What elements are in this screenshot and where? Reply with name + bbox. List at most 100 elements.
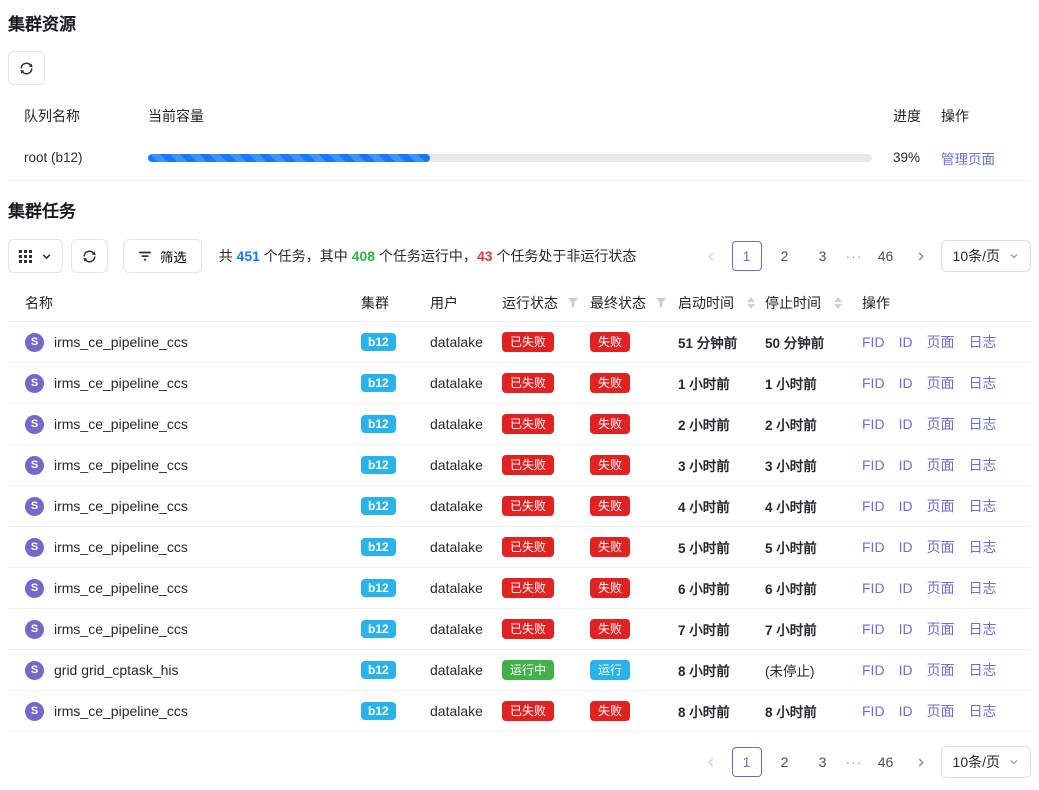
id-link[interactable]: ID xyxy=(899,580,913,596)
page-link[interactable]: 页面 xyxy=(927,701,955,721)
task-name: irms_ce_pipeline_ccs xyxy=(54,416,188,432)
fid-link[interactable]: FID xyxy=(862,662,885,678)
filter-icon xyxy=(138,249,152,263)
prev-page-button[interactable] xyxy=(700,241,724,271)
page-button-1[interactable]: 1 xyxy=(732,747,762,777)
filter-button[interactable]: 筛选 xyxy=(123,239,202,273)
manage-page-link[interactable]: 管理页面 xyxy=(941,152,995,167)
page-button-2[interactable]: 2 xyxy=(770,747,800,777)
table-row: Sirms_ce_pipeline_ccs b12 datalake 已失败 失… xyxy=(8,486,1031,527)
fid-link[interactable]: FID xyxy=(862,334,885,350)
run-status-badge: 已失败 xyxy=(502,455,554,475)
table-row: Sirms_ce_pipeline_ccs b12 datalake 已失败 失… xyxy=(8,445,1031,486)
table-row: Sirms_ce_pipeline_ccs b12 datalake 已失败 失… xyxy=(8,363,1031,404)
task-name: grid grid_cptask_his xyxy=(54,662,179,678)
log-link[interactable]: 日志 xyxy=(969,414,997,434)
tasks-summary: 共 451 个任务，其中 408 个任务运行中，43 个任务处于非运行状态 xyxy=(219,246,637,266)
page-link[interactable]: 页面 xyxy=(927,455,955,475)
log-link[interactable]: 日志 xyxy=(969,578,997,598)
avatar: S xyxy=(25,415,44,434)
next-page-button[interactable] xyxy=(909,241,933,271)
user-cell: datalake xyxy=(430,703,502,719)
page-link[interactable]: 页面 xyxy=(927,619,955,639)
id-link[interactable]: ID xyxy=(899,662,913,678)
fid-link[interactable]: FID xyxy=(862,539,885,555)
user-cell: datalake xyxy=(430,498,502,514)
id-link[interactable]: ID xyxy=(899,334,913,350)
col-run-status: 运行状态 xyxy=(502,293,590,313)
cluster-resources-title: 集群资源 xyxy=(8,14,1031,36)
run-status-badge: 已失败 xyxy=(502,701,554,721)
start-time-sort-icon[interactable] xyxy=(747,297,755,309)
id-link[interactable]: ID xyxy=(899,457,913,473)
page-button-3[interactable]: 3 xyxy=(808,241,838,271)
page-button-2[interactable]: 2 xyxy=(770,241,800,271)
start-time: 8 小时前 xyxy=(678,660,765,680)
run-status-filter-icon[interactable] xyxy=(567,297,579,309)
log-link[interactable]: 日志 xyxy=(969,619,997,639)
page-link[interactable]: 页面 xyxy=(927,660,955,680)
user-cell: datalake xyxy=(430,539,502,555)
fid-link[interactable]: FID xyxy=(862,621,885,637)
id-link[interactable]: ID xyxy=(899,498,913,514)
stop-time-sort-icon[interactable] xyxy=(834,297,842,309)
fid-link[interactable]: FID xyxy=(862,580,885,596)
page-size-select[interactable]: 10条/页 xyxy=(941,240,1031,272)
id-link[interactable]: ID xyxy=(899,703,913,719)
log-link[interactable]: 日志 xyxy=(969,537,997,557)
fid-link[interactable]: FID xyxy=(862,375,885,391)
page-button-3[interactable]: 3 xyxy=(808,747,838,777)
page-button-last[interactable]: 46 xyxy=(871,747,901,777)
page-button-last[interactable]: 46 xyxy=(871,241,901,271)
final-status-badge: 失败 xyxy=(590,578,630,598)
page-link[interactable]: 页面 xyxy=(927,537,955,557)
tasks-toolbar: 筛选 共 451 个任务，其中 408 个任务运行中，43 个任务处于非运行状态… xyxy=(8,239,1031,273)
column-settings-button[interactable] xyxy=(8,239,63,273)
page-ellipsis[interactable]: ··· xyxy=(846,754,863,770)
id-link[interactable]: ID xyxy=(899,375,913,391)
id-link[interactable]: ID xyxy=(899,621,913,637)
page-button-1[interactable]: 1 xyxy=(732,241,762,271)
log-link[interactable]: 日志 xyxy=(969,373,997,393)
run-status-badge: 已失败 xyxy=(502,332,554,352)
log-link[interactable]: 日志 xyxy=(969,496,997,516)
page-link[interactable]: 页面 xyxy=(927,496,955,516)
id-link[interactable]: ID xyxy=(899,416,913,432)
col-cluster: 集群 xyxy=(361,293,430,313)
refresh-tasks-button[interactable] xyxy=(71,239,108,273)
queue-name: root (b12) xyxy=(8,150,148,165)
avatar: S xyxy=(25,333,44,352)
page-link[interactable]: 页面 xyxy=(927,578,955,598)
stop-time: 2 小时前 xyxy=(765,414,862,434)
stop-time: 6 小时前 xyxy=(765,578,862,598)
id-link[interactable]: ID xyxy=(899,539,913,555)
fid-link[interactable]: FID xyxy=(862,703,885,719)
prev-page-button[interactable] xyxy=(700,747,724,777)
page-link[interactable]: 页面 xyxy=(927,414,955,434)
chevron-down-icon xyxy=(1009,251,1019,261)
run-status-badge: 已失败 xyxy=(502,373,554,393)
fid-link[interactable]: FID xyxy=(862,498,885,514)
stop-time: 50 分钟前 xyxy=(765,332,862,352)
fid-link[interactable]: FID xyxy=(862,457,885,473)
fid-link[interactable]: FID xyxy=(862,416,885,432)
final-status-filter-icon[interactable] xyxy=(655,297,667,309)
page-size-select[interactable]: 10条/页 xyxy=(941,746,1031,778)
avatar: S xyxy=(25,620,44,639)
page-link[interactable]: 页面 xyxy=(927,373,955,393)
log-link[interactable]: 日志 xyxy=(969,660,997,680)
col-progress: 进度 xyxy=(872,106,941,126)
refresh-resources-button[interactable] xyxy=(8,51,45,85)
final-status-badge: 失败 xyxy=(590,619,630,639)
log-link[interactable]: 日志 xyxy=(969,332,997,352)
cluster-tag: b12 xyxy=(361,497,396,515)
log-link[interactable]: 日志 xyxy=(969,701,997,721)
col-action: 操作 xyxy=(862,293,1031,313)
page-link[interactable]: 页面 xyxy=(927,332,955,352)
log-link[interactable]: 日志 xyxy=(969,455,997,475)
cluster-tag: b12 xyxy=(361,333,396,351)
page-ellipsis[interactable]: ··· xyxy=(846,248,863,264)
col-stop-time: 停止时间 xyxy=(765,293,862,313)
next-page-button[interactable] xyxy=(909,747,933,777)
cluster-tag: b12 xyxy=(361,374,396,392)
